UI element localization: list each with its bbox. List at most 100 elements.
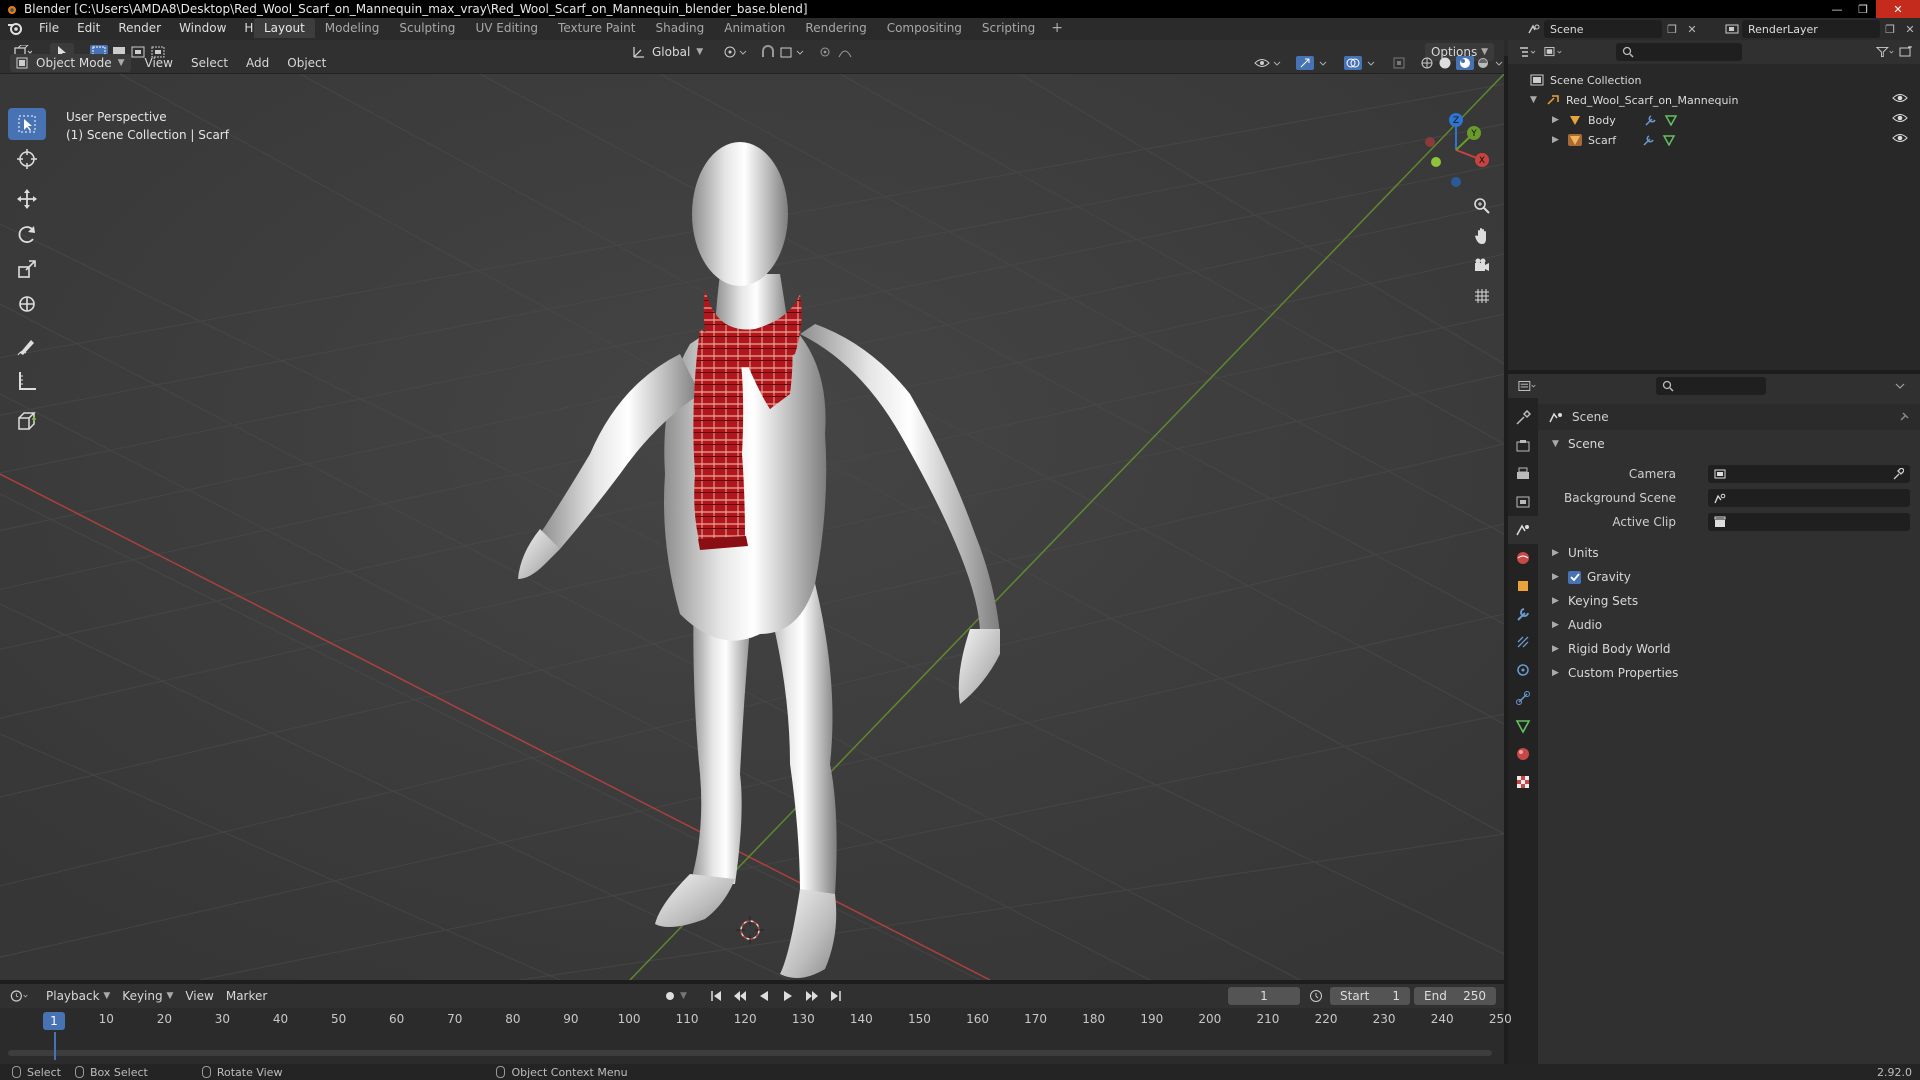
tab-sculpting[interactable]: Sculpting (389, 18, 465, 38)
expand-arrow-icon[interactable]: ▶ (1552, 644, 1560, 654)
camera-field[interactable] (1708, 465, 1910, 483)
properties-options-icon[interactable] (1890, 377, 1910, 395)
move-tool-icon[interactable] (8, 183, 46, 215)
tab-shading[interactable]: Shading (645, 18, 714, 38)
keying-sets-panel-header[interactable]: ▶ Keying Sets (1538, 589, 1920, 613)
tool-tab-icon[interactable] (1508, 404, 1538, 432)
timeline-editor-type-icon[interactable] (10, 987, 30, 1005)
filter-icon[interactable] (1876, 43, 1896, 61)
shading-mode-buttons[interactable] (1414, 54, 1516, 72)
auto-keying-record-icon[interactable] (660, 987, 680, 1005)
tab-scripting[interactable]: Scripting (972, 18, 1045, 38)
tab-texture-paint[interactable]: Texture Paint (548, 18, 645, 38)
camera-view-icon[interactable] (1468, 252, 1496, 280)
jump-to-start-icon[interactable] (706, 987, 726, 1005)
gravity-checkbox[interactable] (1568, 570, 1581, 584)
menu-render[interactable]: Render (109, 18, 170, 38)
menu-file[interactable]: File (30, 18, 68, 38)
modifier-tab-icon[interactable] (1508, 600, 1538, 628)
eyedropper-icon[interactable] (1892, 468, 1904, 480)
expand-arrow-icon[interactable]: ▼ (1530, 95, 1538, 105)
menu-marker[interactable]: Marker (220, 987, 273, 1005)
tab-layout[interactable]: Layout (254, 18, 315, 38)
visibility-eye-icon[interactable] (1892, 132, 1908, 147)
delete-scene-icon[interactable]: ✕ (1682, 20, 1702, 38)
menu-select[interactable]: Select (185, 54, 234, 72)
tab-rendering[interactable]: Rendering (795, 18, 876, 38)
jump-to-keyframe-prev-icon[interactable] (730, 987, 750, 1005)
new-view-layer-icon[interactable]: ❐ (1880, 20, 1900, 38)
view-layer-icon[interactable] (1722, 20, 1742, 38)
gravity-panel-header[interactable]: ▶ Gravity (1538, 565, 1920, 589)
timeline-ruler[interactable]: 1 10 20 30 40 50 60 70 80 90 100 110 120 130 140 150 160… (0, 1010, 1512, 1030)
current-frame-field[interactable]: 1 (1228, 987, 1300, 1005)
snap-icon[interactable] (755, 43, 813, 61)
transform-tool-icon[interactable] (8, 288, 46, 320)
data-tab-icon[interactable] (1508, 712, 1538, 740)
tree-row-scarf[interactable]: ▶ Scarf (1508, 130, 1920, 150)
menu-view[interactable]: View (139, 54, 179, 72)
minimize-button[interactable]: — (1824, 0, 1850, 18)
outliner-editor-type-icon[interactable] (1518, 43, 1538, 61)
scale-tool-icon[interactable] (8, 253, 46, 285)
view-layer-name-field[interactable]: RenderLayer (1742, 20, 1880, 38)
tab-compositing[interactable]: Compositing (877, 18, 972, 38)
timeline-scrollbar[interactable] (8, 1050, 1492, 1056)
menu-add[interactable]: Add (240, 54, 275, 72)
proportional-editing-icon[interactable] (813, 43, 871, 61)
navigation-gizmo[interactable]: Z X Y (1416, 110, 1496, 190)
scene-tab-icon[interactable] (1508, 516, 1538, 544)
tree-row-body[interactable]: ▶ Body (1508, 110, 1920, 130)
blender-menu-icon[interactable] (0, 18, 30, 38)
properties-editor-type-icon[interactable] (1518, 377, 1538, 395)
current-frame-marker[interactable]: 1 (43, 1012, 65, 1030)
menu-view-timeline[interactable]: View (179, 987, 219, 1005)
pin-icon[interactable] (1898, 411, 1910, 423)
menu-edit[interactable]: Edit (68, 18, 109, 38)
xray-icon[interactable] (1386, 54, 1414, 72)
preview-range-icon[interactable] (1306, 987, 1326, 1005)
close-button[interactable]: ✕ (1876, 0, 1920, 18)
start-frame-field[interactable]: Start 1 (1330, 987, 1410, 1005)
toggle-ortho-icon[interactable] (1468, 282, 1496, 310)
gizmo-toggle-icon[interactable] (1290, 54, 1338, 72)
rotate-tool-icon[interactable] (8, 218, 46, 250)
tab-animation[interactable]: Animation (714, 18, 795, 38)
play-icon[interactable] (778, 987, 798, 1005)
delete-view-layer-icon[interactable]: ✕ (1900, 20, 1920, 38)
3d-viewport[interactable]: User Perspective (1) Scene Collection | … (0, 74, 1504, 980)
object-tab-icon[interactable] (1508, 572, 1538, 600)
jump-to-end-icon[interactable] (826, 987, 846, 1005)
expand-arrow-icon[interactable]: ▶ (1552, 596, 1560, 606)
pan-view-icon[interactable] (1468, 222, 1496, 250)
visibility-eye-icon[interactable] (1892, 92, 1908, 107)
menu-object[interactable]: Object (281, 54, 332, 72)
render-tab-icon[interactable] (1508, 432, 1538, 460)
overlays-icon[interactable] (1338, 54, 1386, 72)
outliner-search-input[interactable] (1616, 43, 1742, 61)
background-scene-field[interactable] (1708, 489, 1910, 507)
output-tab-icon[interactable] (1508, 460, 1538, 488)
particles-tab-icon[interactable] (1508, 628, 1538, 656)
select-box-tool-icon[interactable] (8, 108, 46, 140)
jump-to-keyframe-next-icon[interactable] (802, 987, 822, 1005)
annotate-tool-icon[interactable] (8, 330, 46, 362)
play-reverse-icon[interactable] (754, 987, 774, 1005)
expand-arrow-icon[interactable]: ▶ (1552, 548, 1560, 558)
maximize-button[interactable]: ❐ (1850, 0, 1876, 18)
zoom-view-icon[interactable] (1468, 192, 1496, 220)
end-frame-field[interactable]: End 250 (1414, 987, 1496, 1005)
playback-menu[interactable]: Playback ▼ (40, 987, 116, 1005)
view-layer-tab-icon[interactable] (1508, 488, 1538, 516)
expand-arrow-icon[interactable]: ▶ (1552, 668, 1560, 678)
tab-uv-editing[interactable]: UV Editing (465, 18, 548, 38)
add-cube-tool-icon[interactable] (8, 405, 46, 437)
transform-orientation-dropdown[interactable]: Global ▼ (626, 43, 709, 61)
custom-properties-panel-header[interactable]: ▶ Custom Properties (1538, 661, 1920, 685)
cursor-tool-icon[interactable] (8, 143, 46, 175)
expand-arrow-icon[interactable]: ▶ (1552, 572, 1560, 582)
scene-name-field[interactable]: Scene (1544, 20, 1662, 38)
measure-tool-icon[interactable] (8, 365, 46, 397)
tree-row-collection[interactable]: ▼ Red_Wool_Scarf_on_Mannequin (1508, 90, 1920, 110)
add-workspace-button[interactable]: + (1045, 20, 1069, 36)
